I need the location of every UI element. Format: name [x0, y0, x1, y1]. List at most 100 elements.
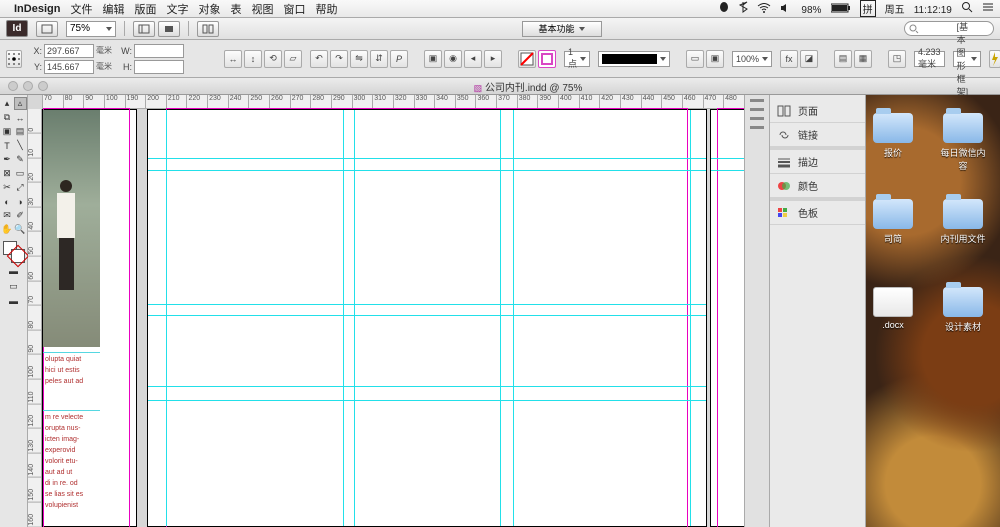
sel-content-icon[interactable]: ◉	[444, 50, 462, 68]
gap-tool-icon[interactable]: ↔	[14, 111, 27, 124]
text-frame-2[interactable]: m re velecte orupta nus- icten imag- exp…	[43, 410, 100, 512]
page-right-partial[interactable]	[710, 109, 744, 527]
stroke-style-dropdown[interactable]	[598, 51, 670, 67]
rotate-ccw-icon[interactable]: ↶	[310, 50, 328, 68]
workspace-switcher[interactable]: 基本功能	[522, 21, 602, 37]
menu-window[interactable]: 窗口	[283, 1, 305, 17]
menu-table[interactable]: 表	[230, 1, 241, 17]
panel-stroke[interactable]: 描边	[770, 150, 865, 174]
fill-stroke-swatch[interactable]	[3, 241, 25, 263]
drop-shadow-icon[interactable]: ◪	[800, 50, 818, 68]
y-field[interactable]: 145.667	[44, 60, 94, 74]
panel-swatches[interactable]: 色板	[770, 201, 865, 225]
desktop-folder-3[interactable]: 司简	[868, 199, 918, 245]
sel-prev-icon[interactable]: ◂	[464, 50, 482, 68]
help-search-input[interactable]	[904, 21, 994, 36]
x-field[interactable]: 297.667	[44, 44, 94, 58]
bridge-icon[interactable]	[36, 21, 58, 37]
menu-file[interactable]: 文件	[70, 1, 92, 17]
menu-object[interactable]: 对象	[198, 1, 220, 17]
content-collector-icon[interactable]: ▣	[1, 125, 14, 138]
text-wrap-none-icon[interactable]: ▤	[834, 50, 852, 68]
desktop-folder-2[interactable]: 每日微信内容	[938, 113, 988, 172]
pencil-tool-icon[interactable]: ✎	[14, 153, 27, 166]
menu-view[interactable]: 视图	[251, 1, 273, 17]
scissors-tool-icon[interactable]: ✂	[1, 181, 14, 194]
panel-color[interactable]: 颜色	[770, 174, 865, 198]
eyedropper-tool-icon[interactable]: ✐	[14, 209, 27, 222]
scale-x-icon[interactable]: ↔	[224, 50, 242, 68]
desktop-folder-5[interactable]: 设计素材	[938, 287, 988, 333]
fx-icon[interactable]: fx	[780, 50, 798, 68]
gradient-feather-tool-icon[interactable]: ◑	[14, 195, 27, 208]
apply-color-icon[interactable]: ▬	[1, 264, 27, 278]
notification-center-icon[interactable]	[982, 1, 994, 13]
content-placer-icon[interactable]: ▤	[14, 125, 27, 138]
text-frame-1[interactable]: olupta quiat hici ut estis peles aut ad	[43, 352, 100, 392]
app-name[interactable]: InDesign	[14, 3, 60, 15]
quick-apply-icon[interactable]	[989, 50, 1000, 68]
battery-icon[interactable]	[831, 3, 851, 13]
rectangle-frame-tool-icon[interactable]: ⊠	[1, 167, 14, 180]
scale-y-icon[interactable]: ↕	[244, 50, 262, 68]
flip-h-icon[interactable]: ⇋	[350, 50, 368, 68]
reference-point-icon[interactable]	[6, 50, 22, 68]
sel-next-icon[interactable]: ▸	[484, 50, 502, 68]
zoom-tool-icon[interactable]: 🔍	[14, 223, 27, 236]
right-dock-strip[interactable]	[744, 95, 770, 527]
stroke-swatch-icon[interactable]	[538, 50, 556, 68]
rectangle-tool-icon[interactable]: ▭	[14, 167, 27, 180]
menu-edit[interactable]: 编辑	[102, 1, 124, 17]
gradient-swatch-tool-icon[interactable]: ◐	[1, 195, 14, 208]
canvas[interactable]: 7080901001902002102202302402502602702802…	[28, 95, 744, 527]
hand-tool-icon[interactable]: ✋	[1, 223, 14, 236]
corner-options-icon[interactable]: ◳	[888, 50, 906, 68]
view-options-icon[interactable]	[133, 21, 155, 37]
fill-swatch-icon[interactable]	[518, 50, 536, 68]
vertical-ruler[interactable]: 0102030405060708090100110120130140150160	[28, 109, 42, 527]
sel-container-icon[interactable]: ▣	[424, 50, 442, 68]
bluetooth-icon[interactable]	[739, 1, 748, 13]
wifi-icon[interactable]	[757, 3, 771, 13]
type-tool-icon[interactable]: T	[1, 139, 14, 152]
desktop-folder-1[interactable]: 报价	[868, 113, 918, 159]
screen-mode-icon[interactable]	[158, 21, 180, 37]
page-tool-icon[interactable]: ⧉	[1, 111, 14, 124]
line-tool-icon[interactable]: ╲	[14, 139, 27, 152]
direct-selection-tool-icon[interactable]: ▵	[14, 97, 27, 110]
shear-icon[interactable]: ▱	[284, 50, 302, 68]
menu-help[interactable]: 帮助	[315, 1, 337, 17]
selection-tool-icon[interactable]: ▴	[1, 97, 14, 110]
desktop-folder-4[interactable]: 内刊用文件	[938, 199, 988, 245]
flip-v-icon[interactable]: ⇵	[370, 50, 388, 68]
qq-icon[interactable]	[718, 1, 730, 13]
auto-fit-icon[interactable]: ▭	[686, 50, 704, 68]
close-window-icon[interactable]	[8, 81, 18, 91]
horizontal-ruler[interactable]: 7080901001902002102202302402502602702802…	[42, 95, 744, 109]
panel-links[interactable]: 链接	[770, 123, 865, 147]
zoom-level-dropdown[interactable]: 75%	[66, 21, 116, 37]
char-panel-icon[interactable]: P	[390, 50, 408, 68]
rotate-cw-icon[interactable]: ↷	[330, 50, 348, 68]
stroke-weight-dropdown[interactable]: 1 点	[564, 51, 590, 67]
object-style-dropdown[interactable]: [基本图形框架]	[953, 51, 982, 67]
menu-layout[interactable]: 版面	[134, 1, 156, 17]
ime-indicator[interactable]: 拼	[860, 0, 876, 17]
corner-size-field[interactable]: 4.233 毫米	[914, 51, 945, 67]
fit-content-icon[interactable]: ▣	[706, 50, 724, 68]
zoom-window-icon[interactable]	[38, 81, 48, 91]
h-field[interactable]	[134, 60, 184, 74]
arrange-icon[interactable]	[197, 21, 219, 37]
spotlight-icon[interactable]	[961, 1, 973, 13]
desktop-file-1[interactable]: .docx	[868, 287, 918, 330]
free-transform-tool-icon[interactable]: ⤢	[14, 181, 27, 194]
minimize-window-icon[interactable]	[23, 81, 33, 91]
placed-image[interactable]	[43, 110, 100, 347]
note-tool-icon[interactable]: ✉	[1, 209, 14, 222]
rotate-icon[interactable]: ⟲	[264, 50, 282, 68]
w-field[interactable]	[134, 44, 184, 58]
menu-type[interactable]: 文字	[166, 1, 188, 17]
view-mode-normal-icon[interactable]: ▭	[1, 279, 27, 293]
volume-icon[interactable]	[780, 3, 792, 13]
text-wrap-bound-icon[interactable]: ▦	[854, 50, 872, 68]
